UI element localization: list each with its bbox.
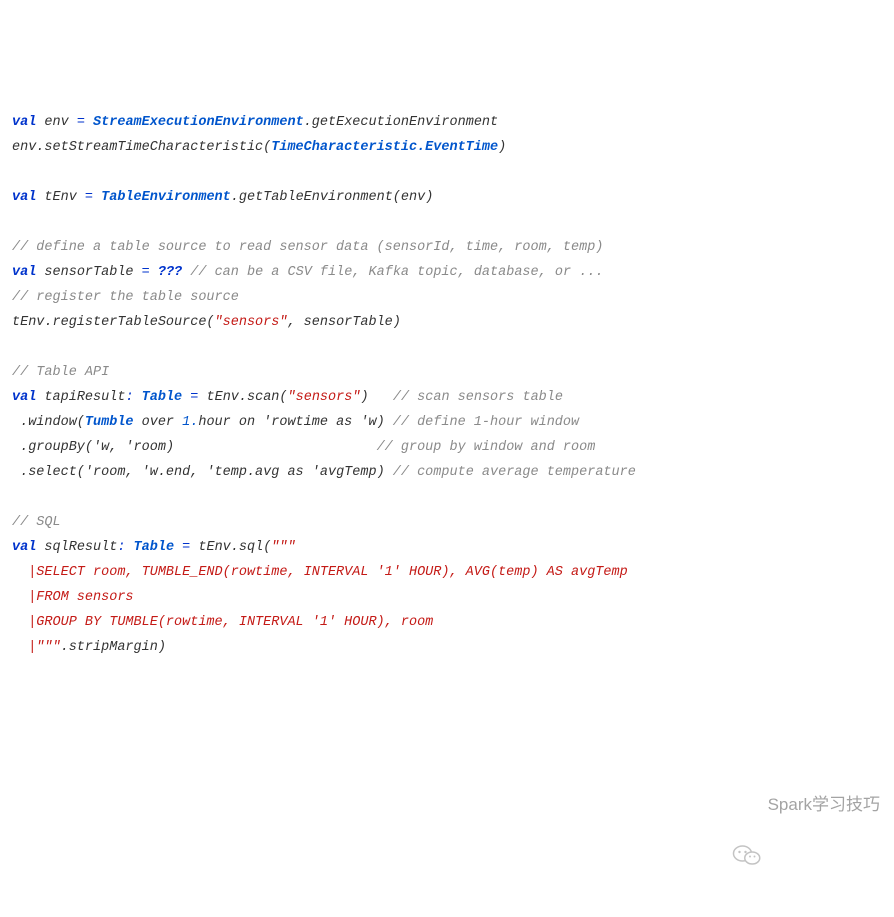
- code-line: val sensorTable = ??? // can be a CSV fi…: [12, 260, 882, 285]
- code-line: .groupBy('w, 'room) // group by window a…: [12, 435, 882, 460]
- code-line: env.setStreamTimeCharacteristic(TimeChar…: [12, 135, 882, 160]
- code-line: .window(Tumble over 1.hour on 'rowtime a…: [12, 410, 882, 435]
- watermark: Spark学习技巧: [732, 792, 880, 817]
- code-line: tEnv.registerTableSource("sensors", sens…: [12, 310, 882, 335]
- code-line: |""".stripMargin): [12, 635, 882, 660]
- code-line: val tapiResult: Table = tEnv.scan("senso…: [12, 385, 882, 410]
- code-line: .select('room, 'w.end, 'temp.avg as 'avg…: [12, 460, 882, 485]
- code-line: [12, 335, 882, 360]
- code-line: |GROUP BY TUMBLE(rowtime, INTERVAL '1' H…: [12, 610, 882, 635]
- code-line: // define a table source to read sensor …: [12, 235, 882, 260]
- code-block: val env = StreamExecutionEnvironment.get…: [12, 110, 882, 660]
- code-line: val tEnv = TableEnvironment.getTableEnvi…: [12, 185, 882, 210]
- code-line: // register the table source: [12, 285, 882, 310]
- wechat-icon: [732, 793, 762, 817]
- code-line: // Table API: [12, 360, 882, 385]
- watermark-text: Spark学习技巧: [768, 792, 880, 817]
- code-line: |FROM sensors: [12, 585, 882, 610]
- code-line: [12, 485, 882, 510]
- code-line: // SQL: [12, 510, 882, 535]
- code-line: [12, 160, 882, 185]
- code-line: val sqlResult: Table = tEnv.sql(""": [12, 535, 882, 560]
- code-line: [12, 210, 882, 235]
- code-line: |SELECT room, TUMBLE_END(rowtime, INTERV…: [12, 560, 882, 585]
- code-line: val env = StreamExecutionEnvironment.get…: [12, 110, 882, 135]
